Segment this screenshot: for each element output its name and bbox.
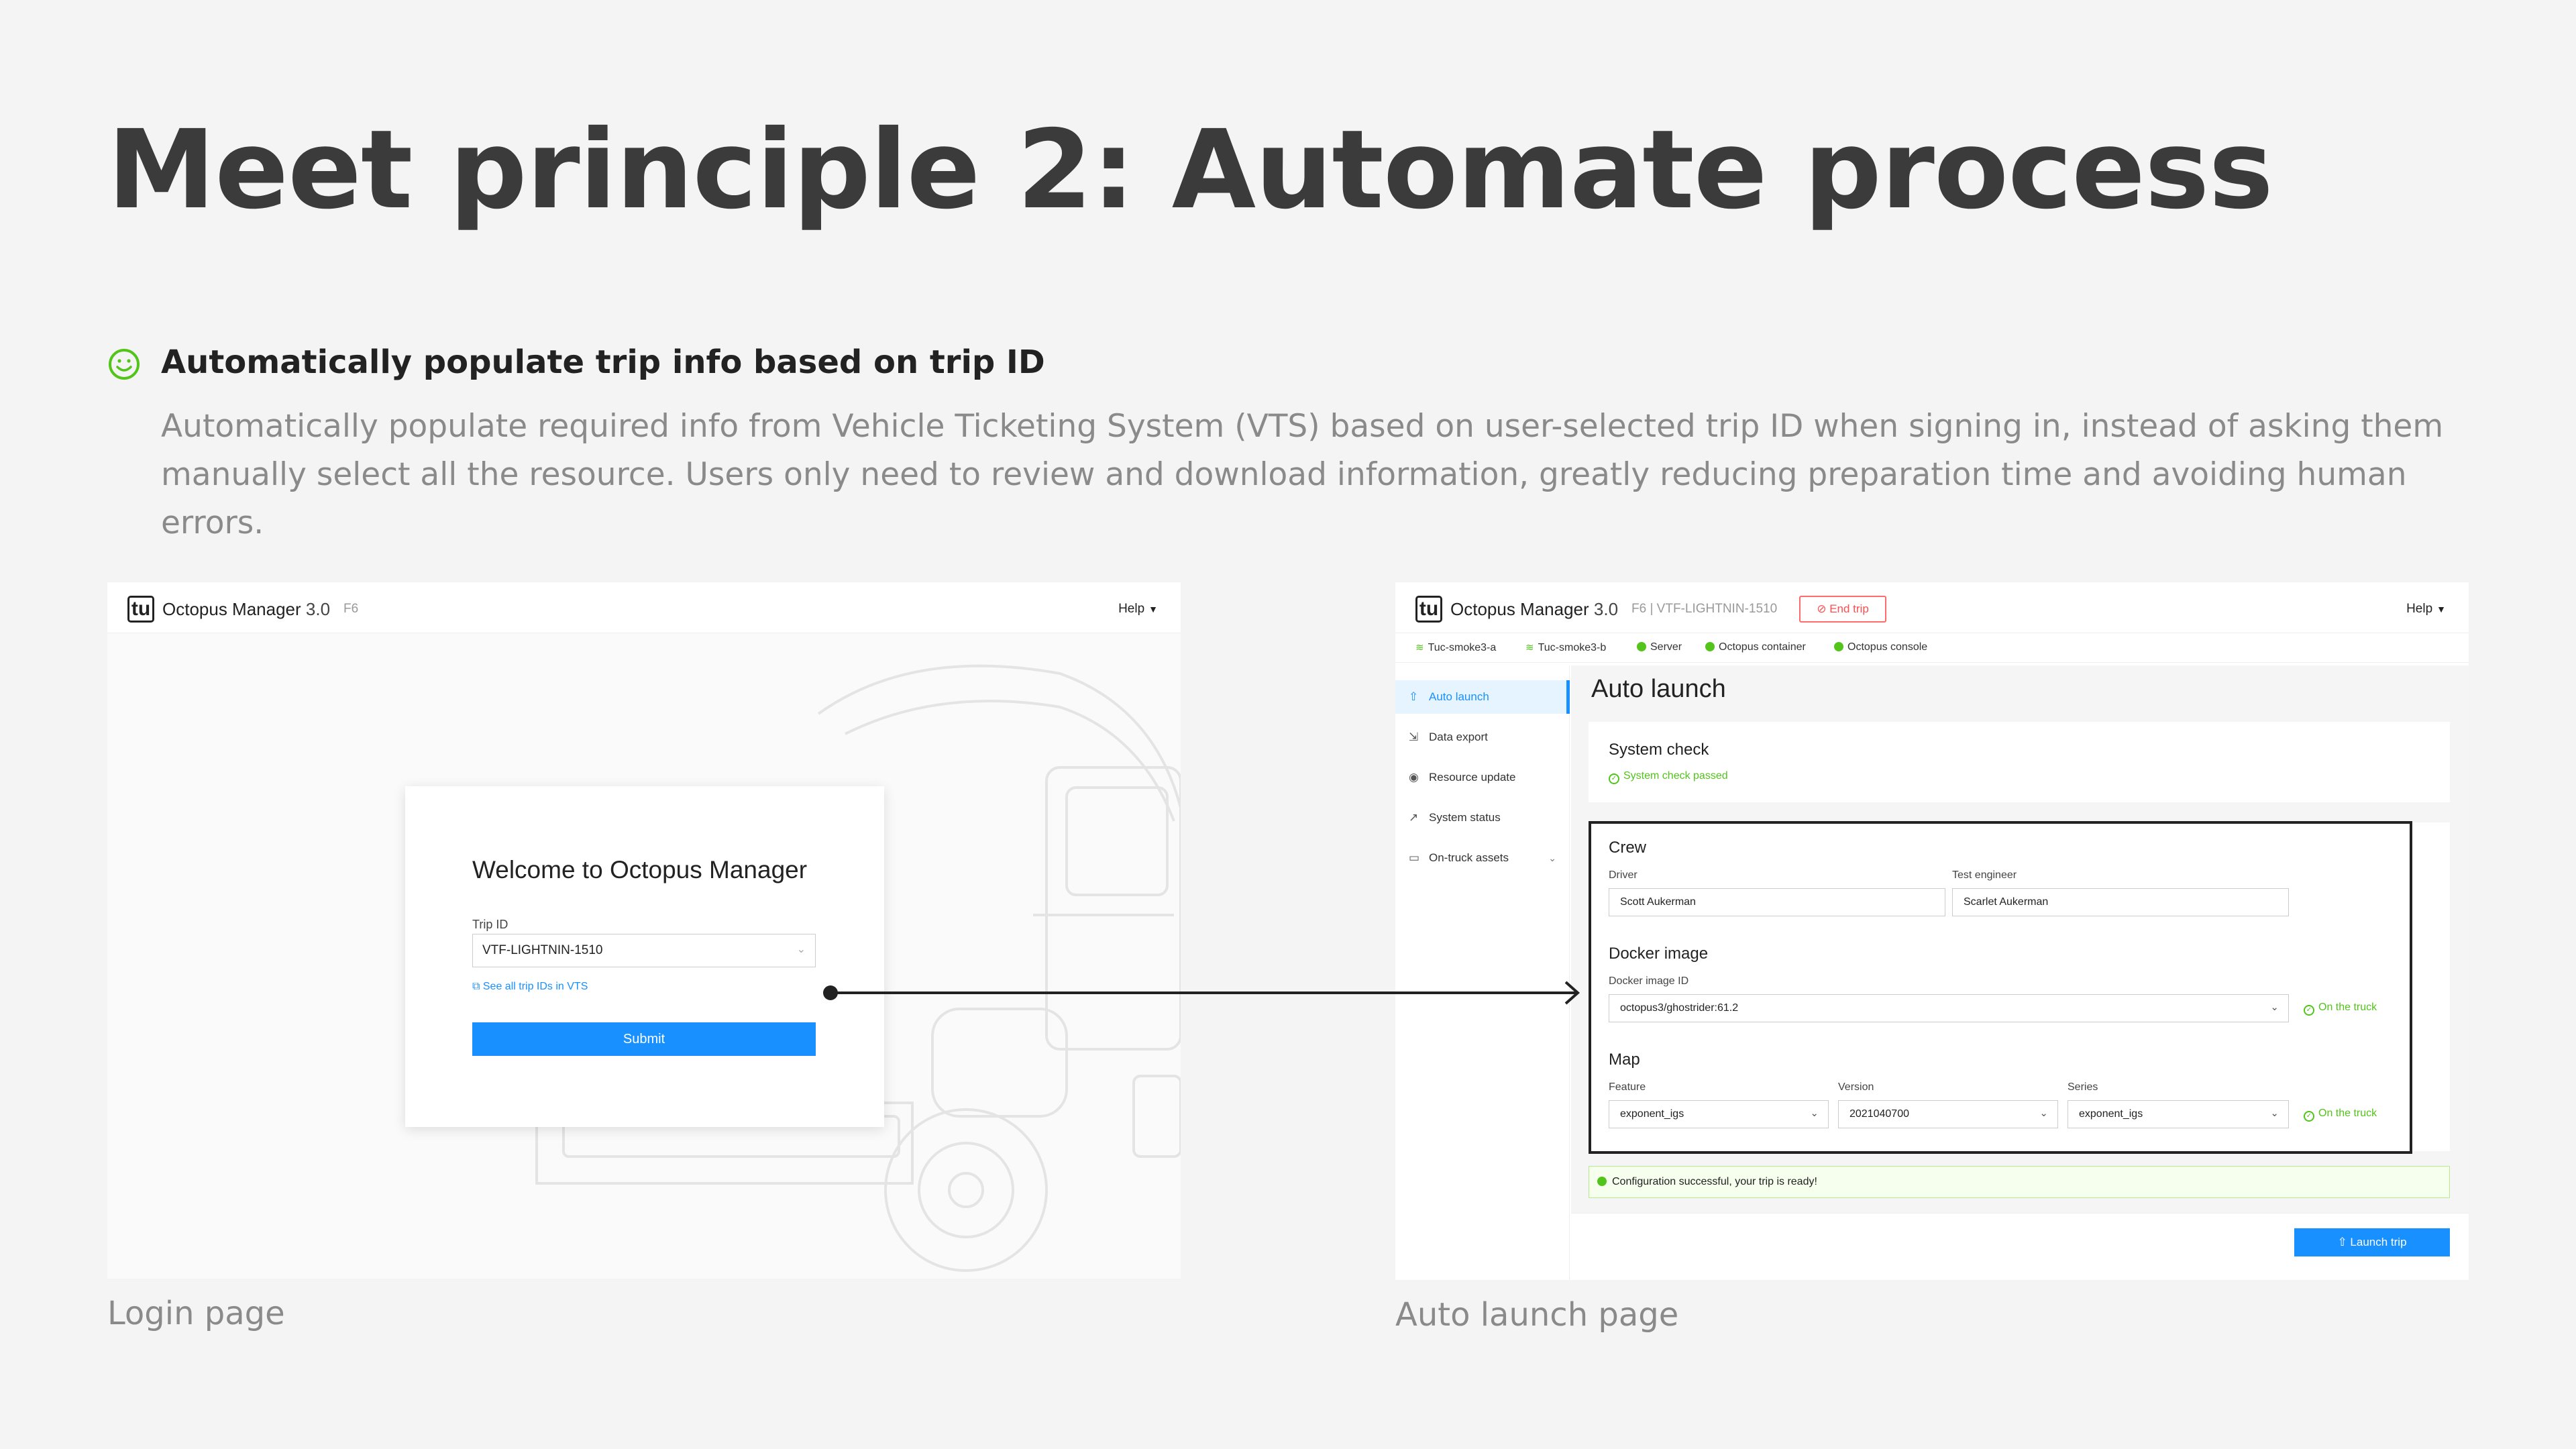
check-circle-icon: ✓ <box>1609 773 1619 784</box>
login-page-screenshot: tu Octopus Manager 3.0 F6 Help ▼ Welcome… <box>107 582 1181 1279</box>
eye-icon: ◉ <box>1409 771 1419 784</box>
status-dot-icon <box>1834 642 1843 651</box>
status-octopus-container: Octopus container <box>1705 641 1806 653</box>
rocket-icon: ⇧ <box>2337 1236 2351 1248</box>
status-tuc-smoke3-a: ≋ Tuc-smoke3-a <box>1415 642 1497 653</box>
nav-data-export[interactable]: ⇲ Data export <box>1395 720 1570 754</box>
nav-on-truck-assets[interactable]: ▭ On-truck assets ⌄ <box>1395 841 1570 875</box>
nav-resource-update[interactable]: ◉ Resource update <box>1395 761 1570 794</box>
trip-id-label: Trip ID <box>472 918 508 931</box>
export-icon: ⇲ <box>1409 731 1419 743</box>
status-dot-icon <box>1637 642 1646 651</box>
help-menu[interactable]: Help ▼ <box>1118 596 1158 623</box>
check-circle-icon <box>1597 1177 1607 1186</box>
success-alert: Configuration successful, your trip is r… <box>1589 1166 2450 1198</box>
welcome-title: Welcome to Octopus Manager <box>472 856 808 883</box>
help-menu[interactable]: Help ▼ <box>2406 596 2446 623</box>
truck-tag: F6 <box>343 602 359 616</box>
caret-down-icon: ▼ <box>2436 604 2446 614</box>
nav-system-status[interactable]: ↗ System status <box>1395 801 1570 835</box>
app-name: Octopus Manager 3.0 <box>1450 599 1619 619</box>
status-dot-icon <box>1705 642 1715 651</box>
status-server: Server <box>1637 641 1682 653</box>
stop-icon: ⊘ <box>1817 602 1830 615</box>
slide-title: Meet principle 2: Automate process <box>107 107 2273 233</box>
smiley-icon <box>109 349 140 380</box>
status-bar: ≋ Tuc-smoke3-a ≋ Tuc-smoke3-b Server Octop… <box>1395 633 2469 663</box>
chevron-down-icon: ⌄ <box>1548 853 1556 863</box>
rocket-icon: ⇧ <box>1409 690 1419 703</box>
external-link-icon: ⧉ <box>472 981 483 992</box>
app-header: tu Octopus Manager 3.0 F6 Help ▼ <box>107 582 1181 633</box>
system-check-card: System check ✓ System check passed <box>1589 722 2450 802</box>
point-heading: Automatically populate trip info based o… <box>161 343 1045 381</box>
app-header: tu Octopus Manager 3.0 F6 | VTF-LIGHTNIN… <box>1395 582 2469 633</box>
chart-icon: ↗ <box>1409 811 1419 824</box>
vts-link[interactable]: ⧉ See all trip IDs in VTS <box>472 981 588 993</box>
page-footer: ⇧ Launch trip <box>1571 1213 2469 1280</box>
login-background: Welcome to Octopus Manager Trip ID VTF-L… <box>107 633 1181 1279</box>
app-logo[interactable]: tu <box>1415 596 1442 623</box>
launch-trip-button[interactable]: ⇧ Launch trip <box>2294 1228 2450 1256</box>
login-card: Welcome to Octopus Manager Trip ID VTF-L… <box>405 786 884 1127</box>
app-logo[interactable]: tu <box>127 596 154 623</box>
trip-id-select[interactable]: VTF-LIGHTNIN-1510 ⌄ <box>472 934 816 967</box>
status-tuc-smoke3-b: ≋ Tuc-smoke3-b <box>1525 642 1607 653</box>
nav-auto-launch[interactable]: ⇧ Auto launch <box>1395 680 1570 714</box>
submit-button[interactable]: Submit <box>472 1022 816 1056</box>
highlight-box <box>1589 821 2412 1154</box>
app-name: Octopus Manager 3.0 <box>162 599 331 619</box>
main-content: Auto launch System check ✓ System check p… <box>1571 665 2469 1280</box>
system-check-status: ✓ System check passed <box>1609 770 1728 784</box>
end-trip-button[interactable]: ⊘ End trip <box>1799 596 1886 623</box>
point-description: Automatically populate required info fro… <box>161 408 2444 541</box>
system-check-title: System check <box>1609 741 1709 759</box>
truck-icon: ▭ <box>1409 851 1420 864</box>
auto-launch-page-screenshot: tu Octopus Manager 3.0 F6 | VTF-LIGHTNIN… <box>1395 582 2469 1280</box>
page-title: Auto launch <box>1591 675 1726 703</box>
login-caption: Login page <box>107 1295 285 1332</box>
auto-launch-caption: Auto launch page <box>1395 1296 1679 1334</box>
truck-trip-tag: F6 | VTF-LIGHTNIN-1510 <box>1631 602 1778 616</box>
wifi-icon: ≋ <box>1415 642 1424 653</box>
wifi-icon: ≋ <box>1525 642 1534 653</box>
chevron-down-icon: ⌄ <box>796 944 806 955</box>
side-nav: ⇧ Auto launch ⇲ Data export ◉ Resource upda… <box>1395 665 1570 1280</box>
status-octopus-console: Octopus console <box>1834 641 1927 653</box>
caret-down-icon: ▼ <box>1148 604 1158 614</box>
